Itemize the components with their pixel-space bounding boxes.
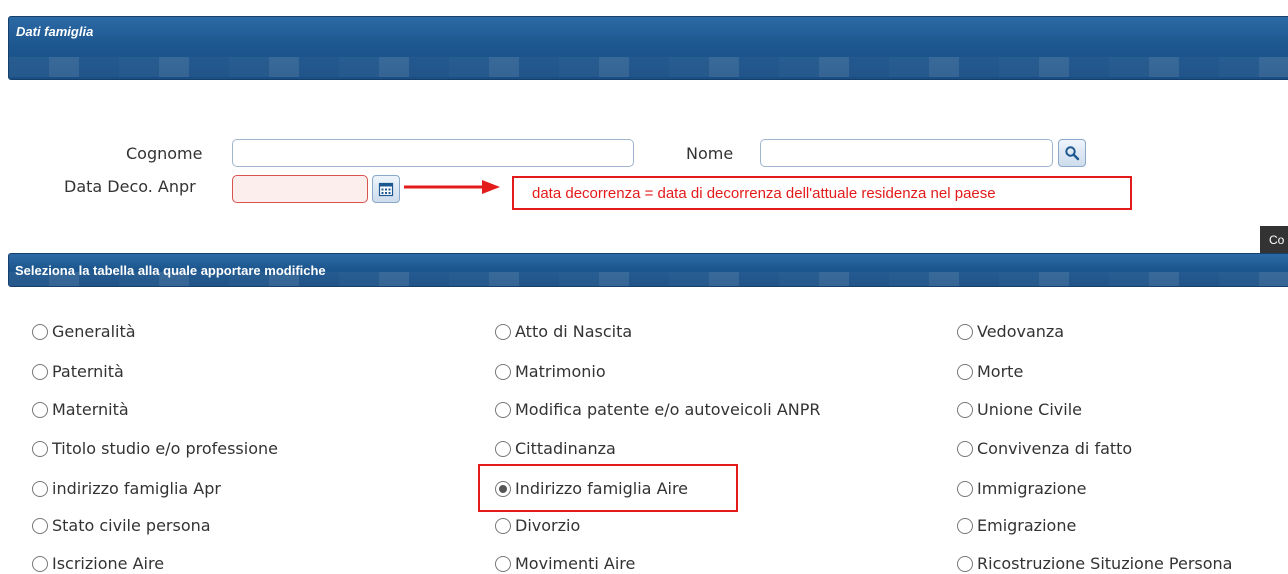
data-deco-label: Data Deco. Anpr (64, 177, 196, 196)
option-label: Paternità (52, 362, 124, 381)
radio-button[interactable] (32, 517, 48, 534)
radio-button[interactable] (495, 323, 511, 340)
option-label: Titolo studio e/o professione (52, 439, 278, 458)
calendar-button[interactable] (372, 175, 400, 203)
option-label: Cittadinanza (515, 439, 616, 458)
radio-button[interactable] (957, 323, 973, 340)
radio-button[interactable] (495, 401, 511, 418)
radio-button[interactable] (32, 363, 48, 380)
data-deco-input[interactable] (232, 175, 368, 203)
option-titolo-studio[interactable]: Titolo studio e/o professione (32, 439, 278, 458)
header-decoration (9, 57, 1288, 77)
option-label: Ricostruzione Situzione Persona (977, 554, 1233, 573)
radio-button[interactable] (957, 555, 973, 572)
annotation-note: data decorrenza = data di decorrenza del… (512, 176, 1132, 210)
option-maternita[interactable]: Maternità (32, 400, 129, 419)
option-modifica-patente[interactable]: Modifica patente e/o autoveicoli ANPR (495, 400, 821, 419)
radio-button-selected[interactable] (495, 480, 511, 497)
radio-button[interactable] (957, 363, 973, 380)
option-label: Immigrazione (977, 479, 1087, 498)
option-label: Movimenti Aire (515, 554, 636, 573)
option-ricostruzione-situzione[interactable]: Ricostruzione Situzione Persona (957, 554, 1232, 573)
seleziona-tabella-header: Seleziona la tabella alla quale apportar… (8, 253, 1288, 287)
option-movimenti-aire[interactable]: Movimenti Aire (495, 554, 635, 573)
seleziona-tabella-title: Seleziona la tabella alla quale apportar… (15, 263, 326, 278)
radio-button[interactable] (32, 555, 48, 572)
option-label: Modifica patente e/o autoveicoli ANPR (515, 400, 821, 419)
option-indirizzo-famiglia-apr[interactable]: indirizzo famiglia Apr (32, 479, 221, 498)
nome-label: Nome (686, 144, 734, 163)
option-label: Maternità (52, 400, 129, 419)
radio-button[interactable] (957, 517, 973, 534)
option-emigrazione[interactable]: Emigrazione (957, 516, 1076, 535)
option-morte[interactable]: Morte (957, 362, 1023, 381)
radio-button[interactable] (957, 480, 973, 497)
dati-famiglia-header: Dati famiglia (8, 16, 1288, 80)
option-immigrazione[interactable]: Immigrazione (957, 479, 1087, 498)
option-label: Convivenza di fatto (977, 439, 1133, 458)
side-tab-label: Co (1269, 233, 1285, 247)
option-stato-civile[interactable]: Stato civile persona (32, 516, 211, 535)
option-vedovanza[interactable]: Vedovanza (957, 322, 1064, 341)
option-unione-civile[interactable]: Unione Civile (957, 400, 1082, 419)
option-divorzio[interactable]: Divorzio (495, 516, 580, 535)
option-cittadinanza[interactable]: Cittadinanza (495, 439, 616, 458)
cognome-input[interactable] (232, 139, 634, 167)
option-iscrizione-aire[interactable]: Iscrizione Aire (32, 554, 164, 573)
option-convivenza-fatto[interactable]: Convivenza di fatto (957, 439, 1132, 458)
option-label: indirizzo famiglia Apr (52, 479, 221, 498)
calendar-icon (378, 182, 394, 197)
option-label: Iscrizione Aire (52, 554, 165, 573)
option-indirizzo-famiglia-aire[interactable]: Indirizzo famiglia Aire (495, 479, 688, 498)
search-icon (1065, 146, 1080, 161)
nome-input[interactable] (760, 139, 1053, 167)
dati-famiglia-title: Dati famiglia (16, 24, 94, 39)
option-paternita[interactable]: Paternità (32, 362, 124, 381)
radio-button[interactable] (495, 363, 511, 380)
option-matrimonio[interactable]: Matrimonio (495, 362, 606, 381)
radio-button[interactable] (957, 440, 973, 457)
annotation-arrow-icon (404, 180, 500, 194)
option-atto-nascita[interactable]: Atto di Nascita (495, 322, 632, 341)
option-label: Emigrazione (977, 516, 1077, 535)
option-generalita[interactable]: Generalità (32, 322, 136, 341)
radio-button[interactable] (957, 401, 973, 418)
option-label: Generalità (52, 322, 136, 341)
side-tab[interactable]: Co (1260, 226, 1288, 256)
radio-button[interactable] (32, 401, 48, 418)
radio-button[interactable] (32, 440, 48, 457)
option-label: Atto di Nascita (515, 322, 633, 341)
option-label: Indirizzo famiglia Aire (515, 479, 689, 498)
radio-button[interactable] (495, 517, 511, 534)
option-label: Unione Civile (977, 400, 1082, 419)
annotation-note-text: data decorrenza = data di decorrenza del… (532, 184, 996, 202)
option-label: Vedovanza (977, 322, 1065, 341)
option-label: Morte (977, 362, 1024, 381)
option-label: Stato civile persona (52, 516, 211, 535)
radio-button[interactable] (32, 480, 48, 497)
option-label: Matrimonio (515, 362, 606, 381)
option-label: Divorzio (515, 516, 581, 535)
radio-button[interactable] (32, 323, 48, 340)
search-button[interactable] (1058, 139, 1086, 167)
radio-button[interactable] (495, 440, 511, 457)
cognome-label: Cognome (126, 144, 203, 163)
radio-button[interactable] (495, 555, 511, 572)
